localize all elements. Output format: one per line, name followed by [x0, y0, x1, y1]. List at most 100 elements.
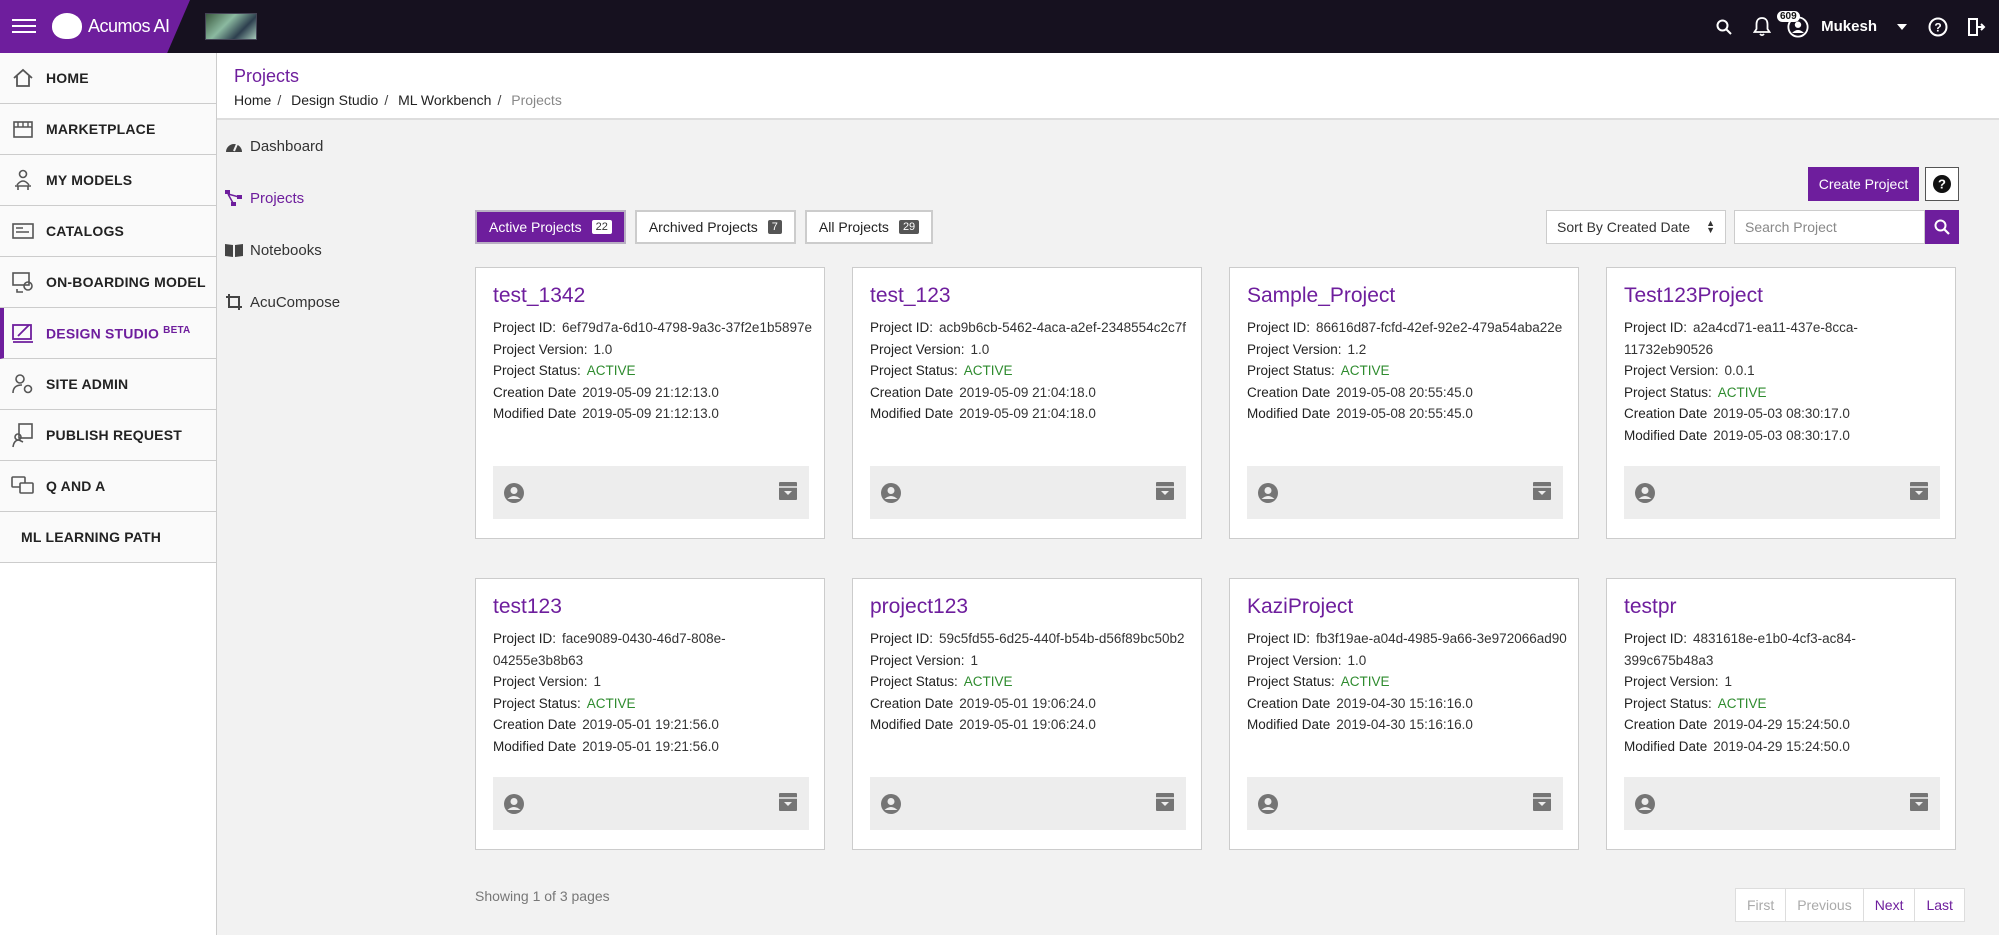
modified-date: 2019-05-01 19:06:24.0	[959, 717, 1096, 732]
breadcrumb-home[interactable]: Home	[234, 92, 271, 108]
help-icon[interactable]: ?	[1925, 167, 1959, 201]
subnav-item-notebooks[interactable]: Notebooks	[217, 224, 432, 276]
user-avatar-icon[interactable]	[880, 793, 902, 815]
tab-label: Archived Projects	[648, 219, 758, 235]
project-version: 1.0	[1347, 652, 1367, 668]
tab-label: All Projects	[818, 219, 889, 235]
pagination-previous[interactable]: Previous	[1785, 889, 1862, 921]
subnav-item-projects[interactable]: Projects	[217, 172, 432, 224]
tab-active-projects[interactable]: Active Projects 22	[475, 210, 626, 244]
project-status: ACTIVE	[586, 363, 636, 378]
project-card: test_1342 Project ID: 6ef79d7a-6d10-4798-…	[475, 267, 825, 539]
dashboard-icon	[224, 136, 244, 156]
sort-arrows-icon: ▲ ▼	[1706, 218, 1715, 235]
banner-thumbnail[interactable]	[205, 13, 257, 40]
help-circle-icon[interactable]: ?	[1927, 16, 1949, 38]
breadcrumb-ml-workbench[interactable]: ML Workbench	[398, 92, 491, 108]
main-sidebar: HOME MARKETPLACE MY MODELS CATALOGS ON-B…	[0, 53, 217, 935]
sidebar-item-label: HOME	[46, 70, 89, 86]
creation-date: 2019-05-01 19:06:24.0	[959, 695, 1096, 711]
project-details: Project ID: 86616d87-fcfd-42ef-92e2-479a5…	[1247, 320, 1563, 421]
user-avatar-icon[interactable]	[1257, 482, 1279, 504]
creation-date: 2019-04-30 15:16:16.0	[1336, 695, 1473, 711]
user-name[interactable]: Mukesh	[1821, 18, 1877, 35]
project-name-link[interactable]: test_1342	[493, 284, 585, 308]
svg-text:?: ?	[1938, 177, 1946, 192]
create-project-button[interactable]: Create Project	[1808, 167, 1919, 201]
project-name-link[interactable]: test123	[493, 595, 562, 619]
notification-bell-icon[interactable]	[1751, 16, 1773, 38]
count-badge: 7	[767, 220, 782, 234]
user-avatar-icon[interactable]	[1257, 793, 1279, 815]
pagination-first[interactable]: First	[1736, 889, 1785, 921]
creation-date: 2019-05-01 19:21:56.0	[582, 717, 719, 732]
breadcrumb-design-studio[interactable]: Design Studio	[291, 92, 378, 108]
project-details: Project ID: acb9b6cb-5462-4aca-a2ef-23485…	[870, 320, 1186, 421]
archive-icon[interactable]	[1908, 791, 1930, 813]
project-name-link[interactable]: test_123	[870, 284, 951, 308]
project-name-link[interactable]: project123	[870, 595, 968, 619]
project-id: acb9b6cb-5462-4aca-a2ef-2348554c2c7f	[939, 320, 1186, 335]
archive-icon[interactable]	[1154, 791, 1176, 813]
search-input[interactable]	[1734, 210, 1925, 244]
sidebar-item-onboarding-model[interactable]: ON-BOARDING MODEL	[0, 257, 216, 308]
acumos-logo[interactable]: Acumos AI	[52, 13, 170, 39]
modified-date: 2019-04-29 15:24:50.0	[1713, 738, 1850, 754]
project-name-link[interactable]: KaziProject	[1247, 595, 1353, 619]
sidebar-item-catalogs[interactable]: CATALOGS	[0, 206, 216, 257]
card-footer	[493, 777, 809, 830]
archive-icon[interactable]	[1908, 480, 1930, 502]
user-avatar-icon[interactable]	[1634, 482, 1656, 504]
hamburger-menu-icon[interactable]	[12, 16, 36, 36]
pagination-next[interactable]: Next	[1862, 889, 1915, 921]
project-version: 1	[593, 674, 602, 689]
sidebar-item-q-and-a[interactable]: Q AND A	[0, 461, 216, 512]
archive-icon[interactable]	[777, 791, 799, 813]
sidebar-item-home[interactable]: HOME	[0, 53, 216, 104]
logout-icon[interactable]	[1965, 16, 1987, 38]
project-details: Project ID: a2a4cd71-ea11-437e-8cca-11732…	[1624, 320, 1858, 443]
sidebar-item-site-admin[interactable]: SITE ADMIN	[0, 359, 216, 410]
tab-archived-projects[interactable]: Archived Projects 7	[634, 210, 796, 244]
project-name-link[interactable]: testpr	[1624, 595, 1677, 619]
search-icon[interactable]	[1713, 16, 1735, 38]
project-version: 1.2	[1347, 341, 1367, 357]
user-avatar-icon[interactable]	[503, 482, 525, 504]
subnav-item-dashboard[interactable]: Dashboard	[217, 120, 432, 172]
user-avatar-icon[interactable]	[880, 482, 902, 504]
breadcrumb-current: Projects	[511, 92, 562, 108]
archive-icon[interactable]	[777, 480, 799, 502]
tab-all-projects[interactable]: All Projects 29	[804, 210, 934, 244]
project-status: ACTIVE	[963, 363, 1013, 378]
sidebar-item-ml-learning-path[interactable]: ML LEARNING PATH	[0, 512, 216, 563]
brand-name: Acumos AI	[88, 15, 170, 36]
modified-date: 2019-05-09 21:12:13.0	[582, 406, 719, 421]
search-button[interactable]	[1925, 210, 1959, 244]
archive-icon[interactable]	[1531, 480, 1553, 502]
sort-select[interactable]: Sort By Created Date ▲ ▼	[1546, 210, 1726, 244]
card-footer	[870, 466, 1186, 519]
user-avatar-icon[interactable]	[1634, 793, 1656, 815]
sidebar-item-my-models[interactable]: MY MODELS	[0, 155, 216, 206]
user-avatar-icon[interactable]	[503, 793, 525, 815]
project-name-link[interactable]: Test123Project	[1624, 284, 1763, 308]
archive-icon[interactable]	[1154, 480, 1176, 502]
chevron-down-icon[interactable]	[1891, 16, 1913, 38]
archive-icon[interactable]	[1531, 791, 1553, 813]
qa-icon	[10, 474, 36, 498]
page-header: Projects Home / Design Studio / ML Workben…	[217, 53, 1999, 120]
sidebar-item-publish-request[interactable]: PUBLISH REQUEST	[0, 410, 216, 461]
sidebar-item-label: MY MODELS	[46, 172, 133, 188]
sidebar-item-label: PUBLISH REQUEST	[46, 427, 183, 443]
sidebar-item-design-studio[interactable]: DESIGN STUDIO BETA	[0, 308, 216, 359]
pagination: First Previous Next Last	[1735, 888, 1965, 922]
modified-date: 2019-05-01 19:21:56.0	[582, 738, 719, 754]
project-name-link[interactable]: Sample_Project	[1247, 284, 1395, 308]
compose-icon	[224, 292, 244, 312]
pagination-last[interactable]: Last	[1914, 889, 1963, 921]
project-status: ACTIVE	[1717, 384, 1767, 400]
subnav-item-acucompose[interactable]: AcuCompose	[217, 276, 432, 328]
project-card: Sample_Project Project ID: 86616d87-fcfd-…	[1229, 267, 1579, 539]
sidebar-item-marketplace[interactable]: MARKETPLACE	[0, 104, 216, 155]
project-details: Project ID: fb3f19ae-a04d-4985-9a66-3e972…	[1247, 631, 1567, 732]
